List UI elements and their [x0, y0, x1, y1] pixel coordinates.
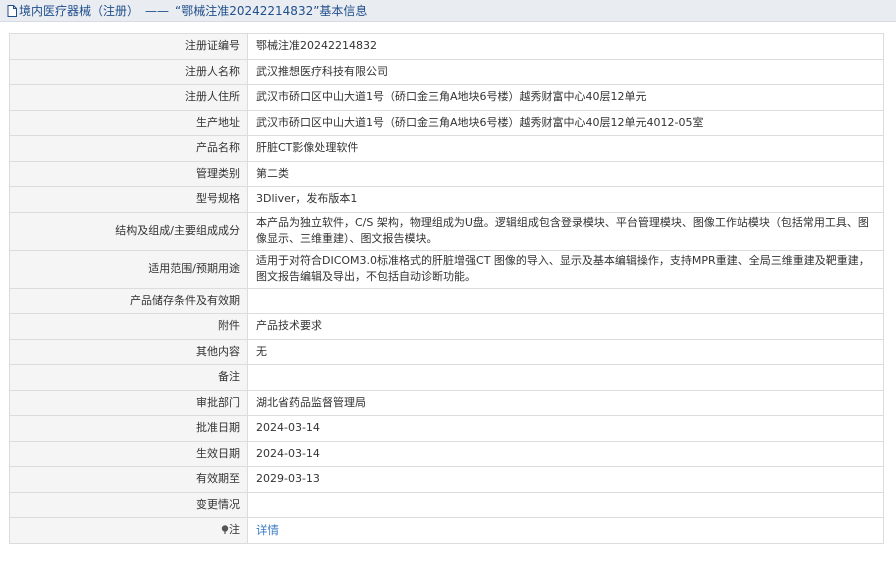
- row-value: 武汉推想医疗科技有限公司: [247, 58, 884, 85]
- document-icon: [7, 4, 17, 17]
- table-row: 管理类别 第二类: [9, 160, 884, 187]
- row-value: 产品技术要求: [247, 313, 884, 340]
- row-value: 第二类: [247, 160, 884, 187]
- row-label: 附件: [9, 313, 248, 340]
- row-value: 本产品为独立软件，C/S 架构，物理组成为U盘。逻辑组成包含登录模块、平台管理模…: [247, 211, 884, 251]
- note-row: 注 详情: [9, 517, 884, 544]
- table-row: 其他内容 无: [9, 338, 884, 365]
- page-header: 境内医疗器械（注册） —— “鄂械注准20242214832”基本信息: [0, 0, 896, 22]
- row-label: 适用范围/预期用途: [9, 249, 248, 289]
- row-value: 鄂械注准20242214832: [247, 33, 884, 60]
- table-row: 变更情况: [9, 491, 884, 518]
- table-row: 型号规格 3Dliver，发布版本1: [9, 186, 884, 213]
- table-row: 注册人住所 武汉市硚口区中山大道1号（硚口金三角A地块6号楼）越秀财富中心40层…: [9, 84, 884, 111]
- row-value: 适用于对符合DICOM3.0标准格式的肝脏增强CT 图像的导入、显示及基本编辑操…: [247, 249, 884, 289]
- note-value-cell: 详情: [247, 517, 884, 544]
- row-label: 其他内容: [9, 338, 248, 365]
- row-label: 注册人名称: [9, 58, 248, 85]
- row-label: 批准日期: [9, 415, 248, 442]
- row-label: 管理类别: [9, 160, 248, 187]
- row-value: [247, 491, 884, 518]
- row-value: 武汉市硚口区中山大道1号（硚口金三角A地块6号楼）越秀财富中心40层12单元40…: [247, 109, 884, 136]
- table-row: 结构及组成/主要组成成分 本产品为独立软件，C/S 架构，物理组成为U盘。逻辑组…: [9, 211, 884, 251]
- table-row: 注册证编号 鄂械注准20242214832: [9, 33, 884, 60]
- table-row: 生产地址 武汉市硚口区中山大道1号（硚口金三角A地块6号楼）越秀财富中心40层1…: [9, 109, 884, 136]
- row-value: 2024-03-14: [247, 415, 884, 442]
- row-label: 注册人住所: [9, 84, 248, 111]
- table-row: 有效期至 2029-03-13: [9, 466, 884, 493]
- table-row: 附件 产品技术要求: [9, 313, 884, 340]
- table-row: 审批部门 湖北省药品监督管理局: [9, 389, 884, 416]
- row-value: 3Dliver，发布版本1: [247, 186, 884, 213]
- row-label: 审批部门: [9, 389, 248, 416]
- note-label-cell: 注: [9, 517, 248, 544]
- table-row: 备注: [9, 364, 884, 391]
- table-row: 注册人名称 武汉推想医疗科技有限公司: [9, 58, 884, 85]
- info-table: 注册证编号 鄂械注准20242214832 注册人名称 武汉推想医疗科技有限公司…: [9, 33, 884, 544]
- row-value: [247, 364, 884, 391]
- pin-icon: [221, 525, 229, 535]
- table-row: 产品储存条件及有效期: [9, 287, 884, 314]
- row-value: 2024-03-14: [247, 440, 884, 467]
- row-label: 生效日期: [9, 440, 248, 467]
- section-title: 境内医疗器械（注册）: [19, 4, 140, 18]
- row-value: 无: [247, 338, 884, 365]
- row-value: 2029-03-13: [247, 466, 884, 493]
- row-label: 有效期至: [9, 466, 248, 493]
- row-label: 产品储存条件及有效期: [9, 287, 248, 314]
- detail-link[interactable]: 详情: [256, 523, 279, 537]
- row-label: 产品名称: [9, 135, 248, 162]
- table-row: 批准日期 2024-03-14: [9, 415, 884, 442]
- row-label: 型号规格: [9, 186, 248, 213]
- title-separator: ——: [145, 3, 170, 18]
- row-label: 生产地址: [9, 109, 248, 136]
- table-row: 产品名称 肝脏CT影像处理软件: [9, 135, 884, 162]
- row-label: 注册证编号: [9, 33, 248, 60]
- row-label: 备注: [9, 364, 248, 391]
- table-row: 适用范围/预期用途 适用于对符合DICOM3.0标准格式的肝脏增强CT 图像的导…: [9, 249, 884, 289]
- table-row: 生效日期 2024-03-14: [9, 440, 884, 467]
- note-label: 注: [229, 523, 240, 537]
- row-label: 变更情况: [9, 491, 248, 518]
- row-value: 湖北省药品监督管理局: [247, 389, 884, 416]
- row-label: 结构及组成/主要组成成分: [9, 211, 248, 251]
- record-title: “鄂械注准20242214832”基本信息: [175, 4, 368, 18]
- row-value: 武汉市硚口区中山大道1号（硚口金三角A地块6号楼）越秀财富中心40层12单元: [247, 84, 884, 111]
- row-value: [247, 287, 884, 314]
- row-value: 肝脏CT影像处理软件: [247, 135, 884, 162]
